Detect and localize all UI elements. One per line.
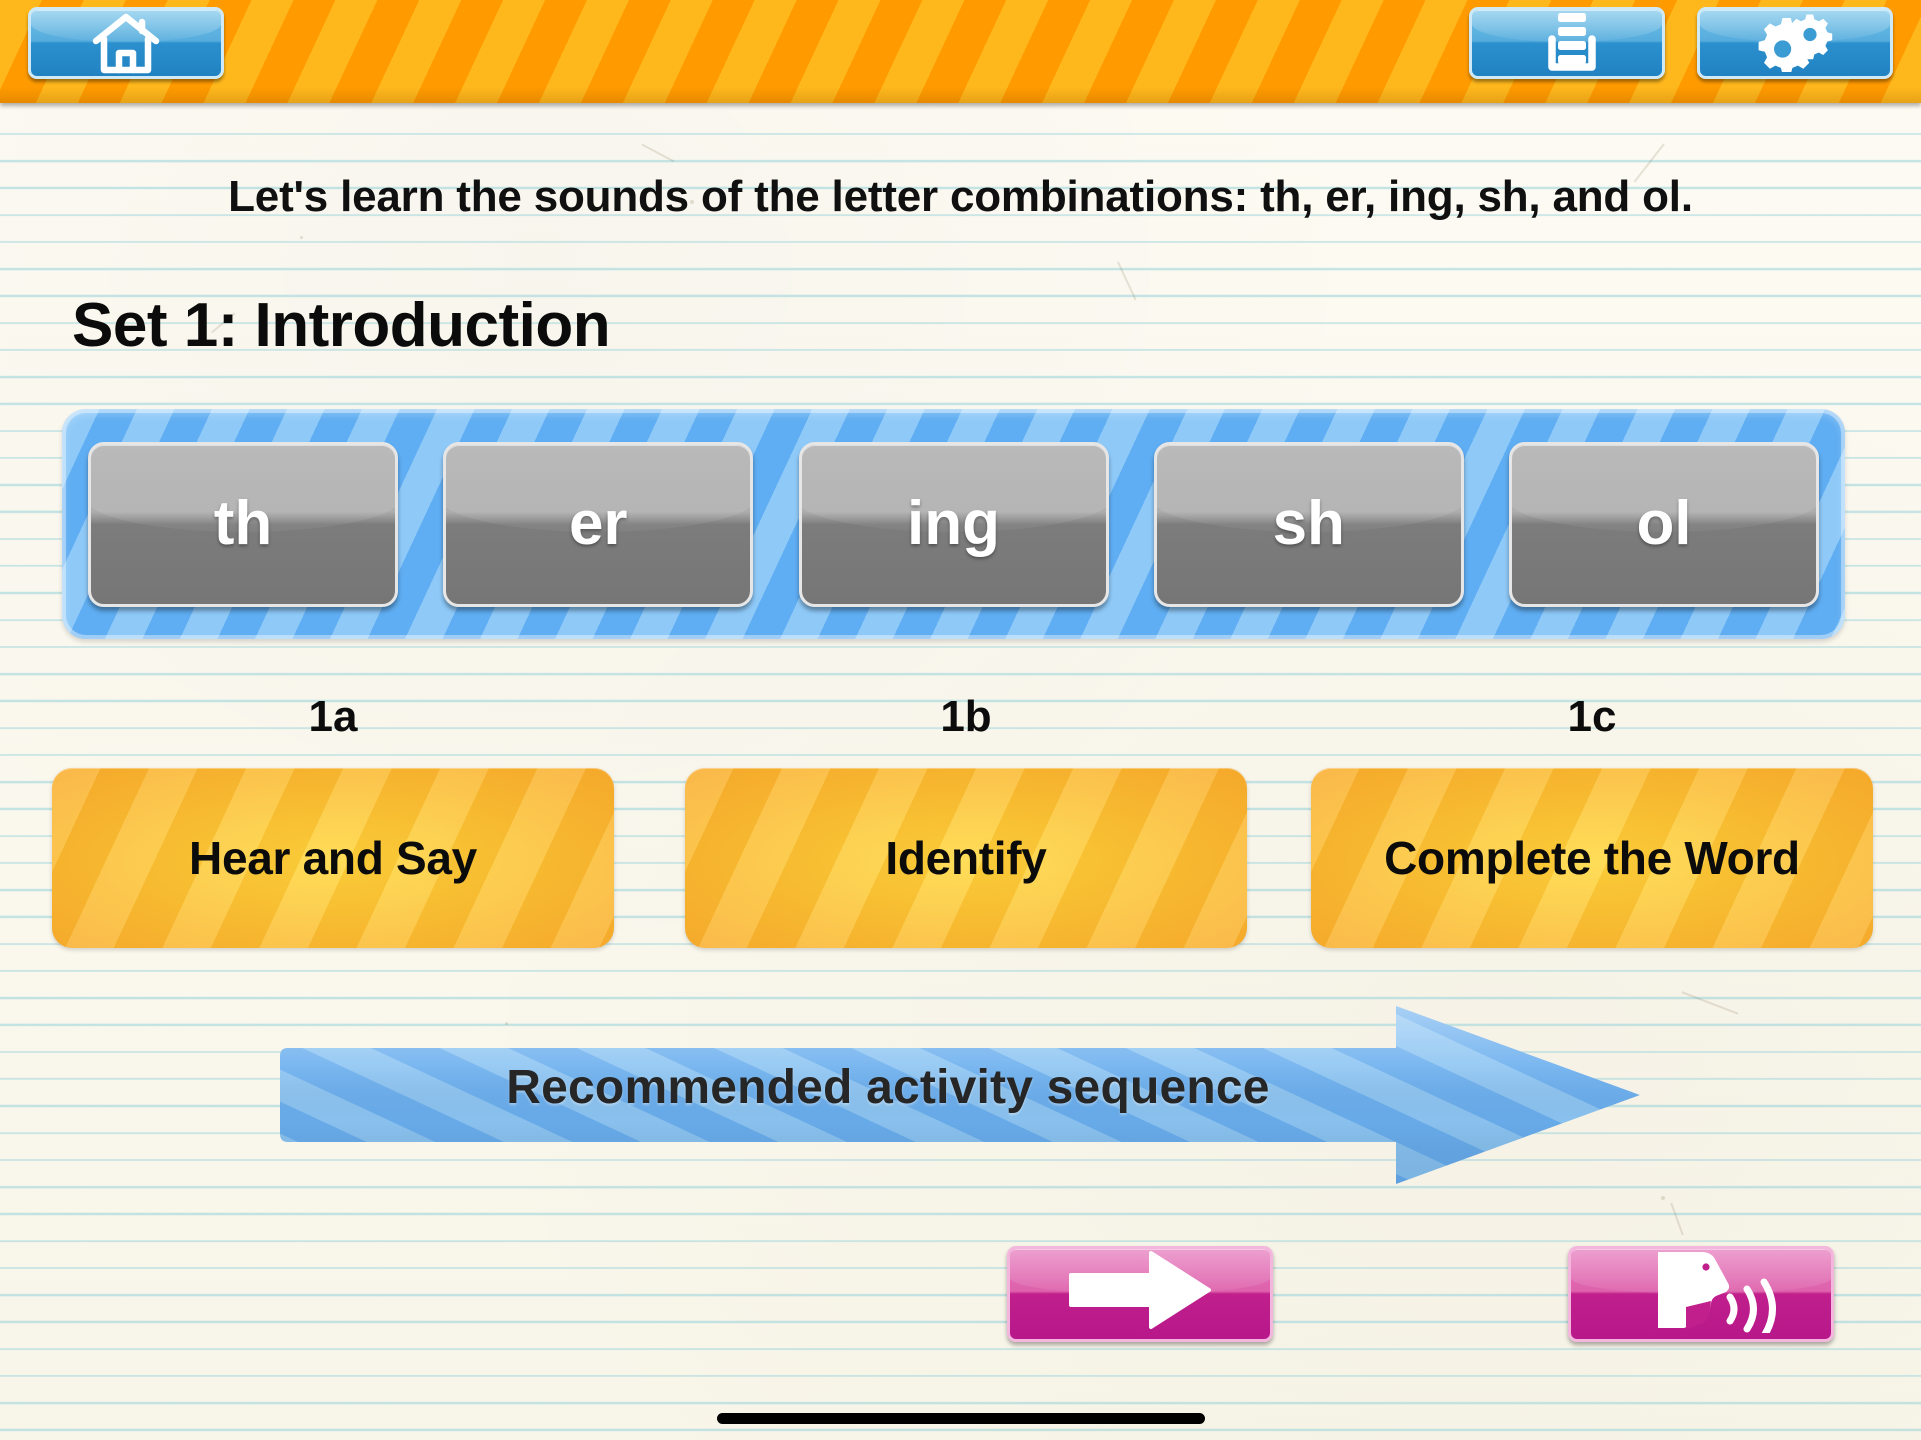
combination-label: ing: [907, 489, 1000, 558]
combination-button-ol[interactable]: ol: [1509, 441, 1819, 607]
list-tray-icon: [1472, 10, 1662, 74]
sequence-banner-label: Recommended activity sequence: [506, 1061, 1270, 1114]
activity-button-label: Hear and Say: [189, 832, 477, 884]
app-root: Let's learn the sounds of the letter com…: [0, 0, 1921, 1440]
combination-label: er: [568, 489, 628, 558]
page-title: Set 1: Introduction: [72, 291, 611, 360]
home-button[interactable]: [28, 7, 224, 79]
recommended-sequence-banner: Recommended activity sequence: [268, 1000, 1648, 1190]
combination-label: th: [213, 489, 273, 558]
combination-label: sh: [1272, 489, 1345, 558]
combination-button-ing[interactable]: ing: [798, 441, 1109, 607]
next-button[interactable]: [1007, 1246, 1273, 1342]
arrow-right-icon: [1010, 1249, 1270, 1331]
activity-button-hear-and-say[interactable]: Hear and Say: [52, 768, 614, 948]
combination-label: ol: [1636, 489, 1692, 558]
combination-button-sh[interactable]: sh: [1153, 441, 1464, 607]
activity-button-label: Complete the Word: [1384, 832, 1800, 884]
combination-button-th[interactable]: th: [88, 441, 398, 607]
home-icon: [31, 10, 221, 76]
speaking-face-icon: [1571, 1249, 1831, 1333]
activity-step-label-1a: 1a: [308, 692, 358, 741]
settings-button[interactable]: [1697, 7, 1893, 79]
activity-list-button[interactable]: [1469, 7, 1665, 79]
top-toolbar: [0, 0, 1921, 103]
combination-button-er[interactable]: er: [443, 441, 754, 607]
home-indicator[interactable]: [716, 1413, 1205, 1424]
gears-icon: [1700, 10, 1890, 72]
activity-button-complete-the-word[interactable]: Complete the Word: [1311, 768, 1873, 948]
instruction-text: Let's learn the sounds of the letter com…: [228, 172, 1693, 221]
activity-button-identify[interactable]: Identify: [685, 768, 1247, 948]
activity-step-label-1b: 1b: [940, 692, 992, 741]
letter-combination-panel: th er ing sh ol: [62, 409, 1845, 639]
activity-step-label-1c: 1c: [1567, 692, 1617, 741]
read-aloud-button[interactable]: [1568, 1246, 1834, 1342]
activity-button-label: Identify: [885, 832, 1047, 884]
